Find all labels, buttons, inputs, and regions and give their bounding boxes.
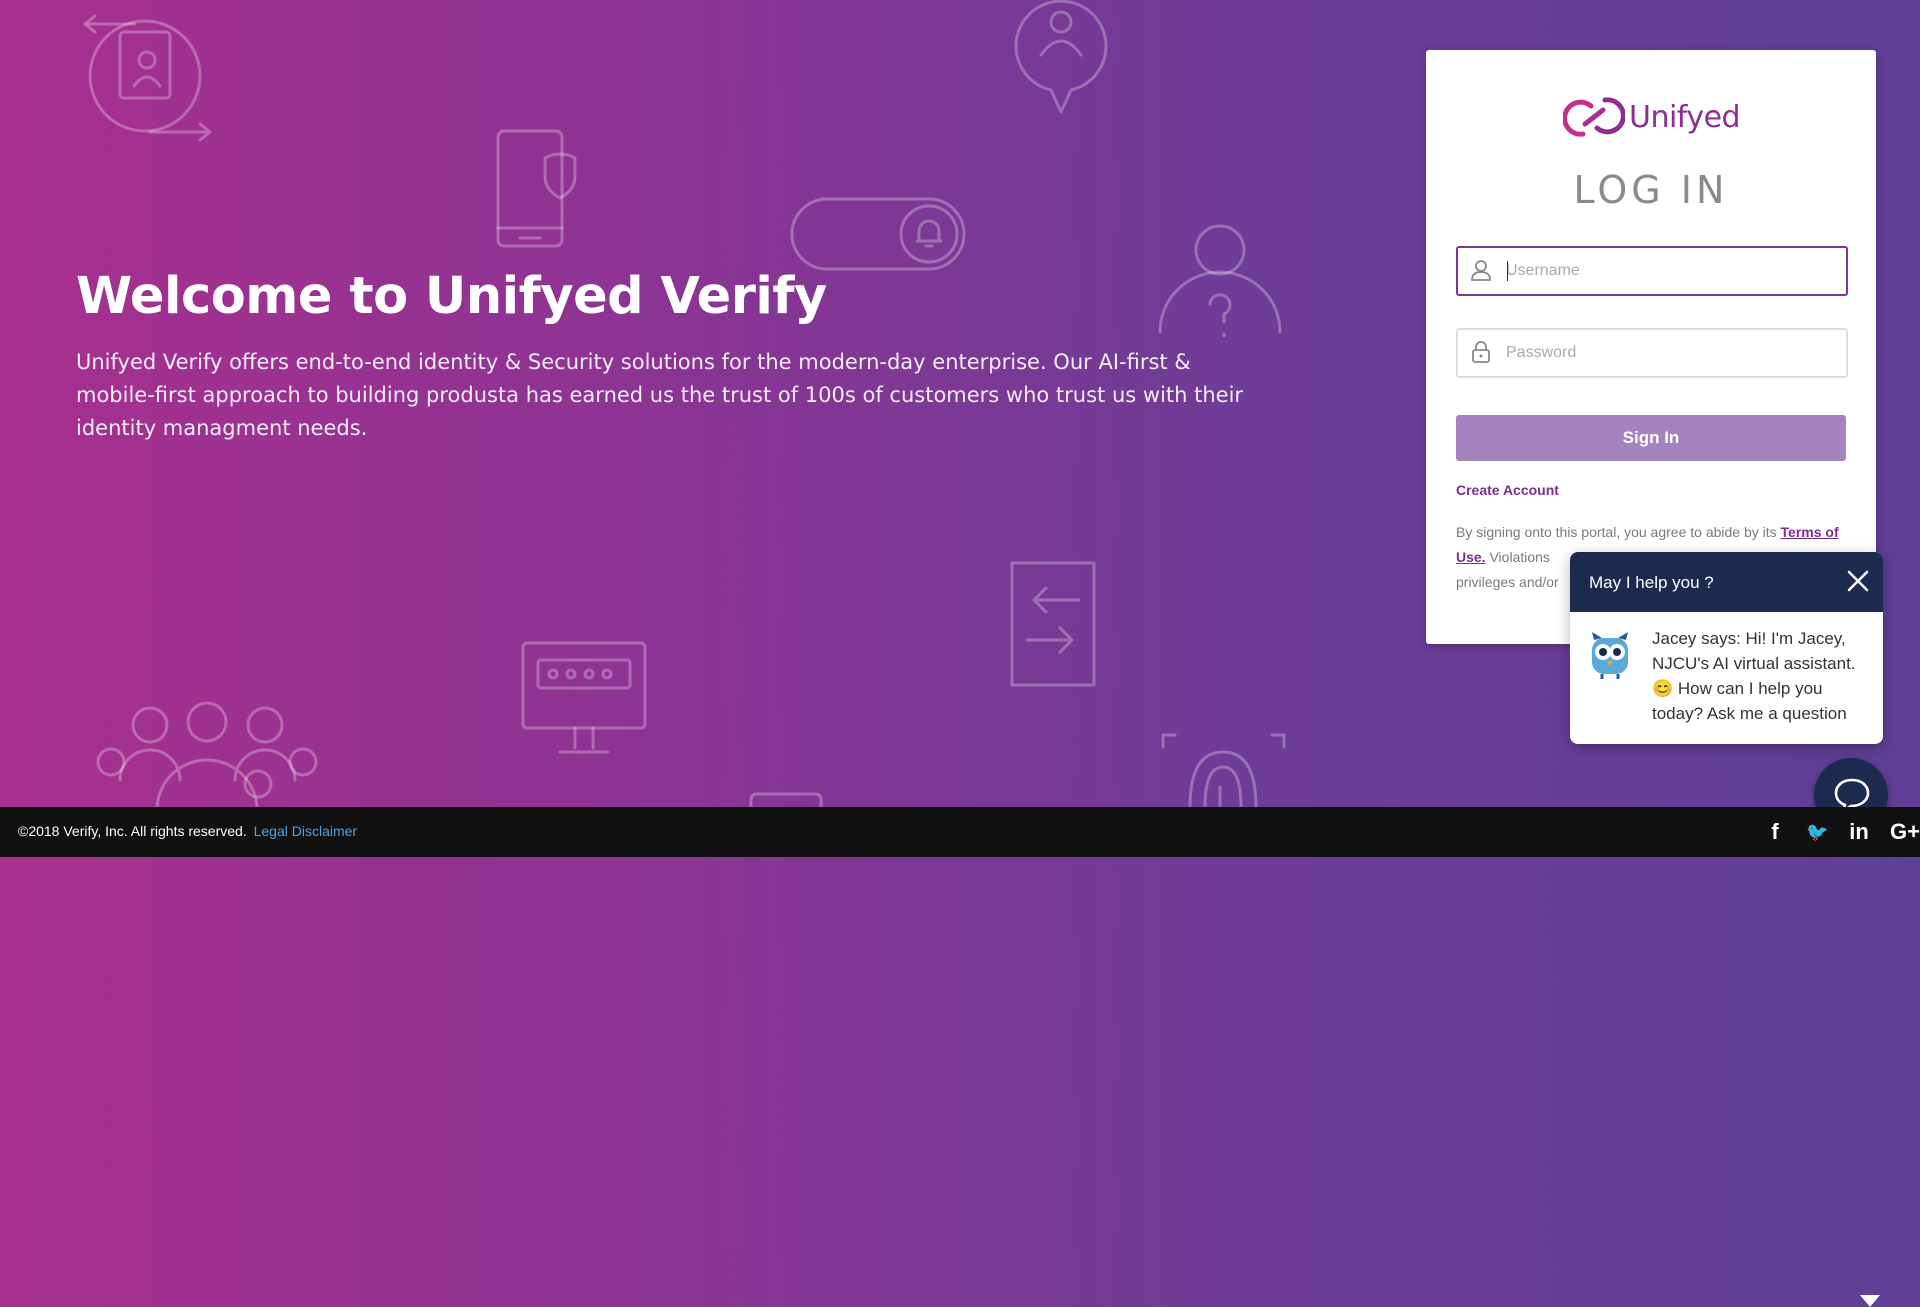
linkedin-icon[interactable]: in [1848, 819, 1870, 845]
fingerprint-scan-icon [1161, 733, 1286, 809]
footer: ©2018 Verify, Inc. All rights reserved. … [0, 807, 1920, 857]
team-group-icon [96, 701, 318, 812]
terms-line3: privileges and/or [1456, 574, 1559, 590]
sign-in-button[interactable]: Sign In [1456, 415, 1846, 461]
jacey-owl-avatar-icon [1592, 632, 1628, 679]
facebook-icon[interactable]: f [1764, 819, 1786, 845]
chat-message: Jacey says: Hi! I'm Jacey, NJCU's AI vir… [1652, 629, 1856, 723]
legal-disclaimer-link[interactable]: Legal Disclaimer [254, 823, 357, 839]
terms-suffix: Violations [1489, 549, 1550, 565]
phone-shield-icon [496, 129, 577, 248]
chat-title: May I help you ? [1589, 573, 1714, 592]
close-icon[interactable] [1845, 568, 1871, 594]
google-plus-icon[interactable]: G+ [1890, 819, 1920, 845]
hero-title: Welcome to Unifyed Verify [76, 267, 827, 326]
username-field[interactable] [1456, 246, 1848, 296]
lock-icon [1472, 341, 1490, 363]
chat-popup: May I help you ? Jacey says: Hi! I'm Jac… [1570, 552, 1883, 1307]
user-location-pin-icon [1014, 0, 1108, 114]
monitor-password-icon [521, 641, 647, 754]
login-heading: LOG IN [1573, 168, 1729, 212]
hero-section: Welcome to Unifyed Verify Unifyed Verify… [76, 266, 1266, 445]
chat-header: May I help you ? [1570, 552, 1883, 612]
terms-prefix: By signing onto this portal, you agree t… [1456, 524, 1777, 540]
notification-toggle-icon [790, 197, 966, 271]
logo-text: Unifyed [1629, 99, 1741, 135]
address-book-cycle-icon [83, 14, 212, 142]
user-icon [1471, 260, 1491, 281]
unifyed-logo: Unifyed [1563, 92, 1741, 142]
exit-door-icon [1010, 561, 1096, 687]
copyright: ©2018 Verify, Inc. All rights reserved. … [18, 823, 357, 839]
hero-description: Unifyed Verify offers end-to-end identit… [76, 350, 1244, 440]
password-field[interactable] [1456, 328, 1848, 378]
chat-tail [1860, 1295, 1880, 1307]
create-account-link[interactable]: Create Account [1456, 482, 1559, 498]
text-cursor [1507, 261, 1508, 281]
twitter-icon[interactable]: 🐦 [1806, 822, 1828, 843]
cloud-link-logo-icon [1563, 97, 1625, 137]
password-input[interactable] [1506, 330, 1836, 376]
username-input[interactable] [1506, 248, 1836, 294]
copyright-text: ©2018 Verify, Inc. All rights reserved. [18, 823, 247, 839]
social-links: f 🐦 in G+ [1764, 819, 1920, 845]
